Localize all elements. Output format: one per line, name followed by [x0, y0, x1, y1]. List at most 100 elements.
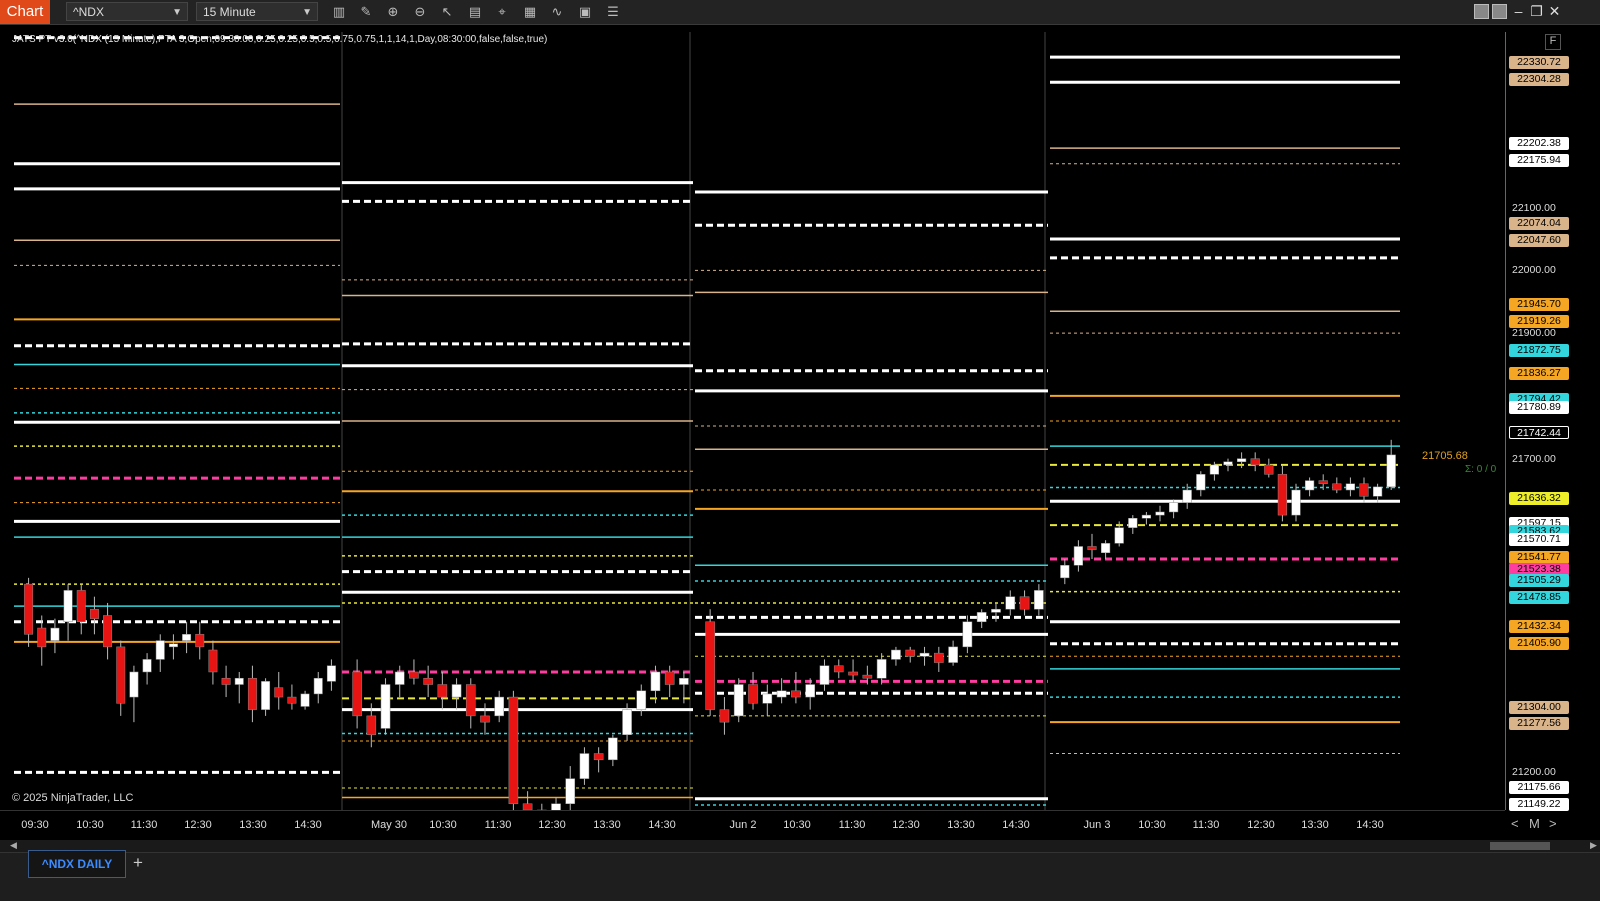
candle-body	[719, 709, 730, 723]
candle-body	[24, 583, 34, 635]
candle-body	[89, 608, 99, 619]
scroll-left-button[interactable]: <	[1511, 816, 1519, 831]
candle-body	[1359, 483, 1369, 497]
candle-body	[762, 693, 773, 704]
chevron-down-icon: ▼	[172, 7, 182, 18]
candle-body	[679, 677, 689, 685]
candle-body	[1019, 596, 1030, 610]
candle-body	[608, 737, 618, 761]
price-tag: 22330.72	[1509, 56, 1569, 70]
zoom-in-icon[interactable]: ⊕	[384, 3, 402, 21]
strategy-icon[interactable]: ∿	[548, 3, 566, 21]
candle-body	[480, 715, 490, 723]
instrument-value: ^NDX	[73, 5, 104, 19]
candle-body	[129, 671, 139, 698]
candle-body	[1168, 502, 1179, 513]
interval-value: 15 Minute	[203, 5, 256, 19]
candle-body	[819, 665, 830, 685]
candle-body	[1277, 474, 1288, 516]
time-tick-label: 10:30	[783, 819, 811, 831]
close-icon[interactable]: ✕	[1546, 3, 1563, 20]
instrument-selector[interactable]: ^NDX ▼	[66, 2, 188, 21]
scroll-thumb[interactable]	[1490, 842, 1550, 850]
candle-body	[261, 681, 271, 710]
time-tick-label: 13:30	[1301, 819, 1329, 831]
candle-body	[776, 690, 787, 698]
candle-body	[1034, 590, 1044, 610]
candle-body	[300, 693, 310, 707]
candle-body	[862, 674, 873, 679]
time-tick-label: 09:30	[21, 819, 49, 831]
price-tick-label: 21900.00	[1512, 327, 1556, 340]
price-axis[interactable]: 22330.72 22304.28 22202.38 22175.94 22074.04…	[1505, 32, 1600, 811]
price-tag: 21277.56	[1509, 717, 1569, 731]
candle-body	[1372, 486, 1383, 497]
time-tick-label: 11:30	[1192, 819, 1220, 831]
time-tick-label: Jun 3	[1083, 819, 1111, 831]
candle-body	[1318, 480, 1328, 484]
price-tag: 21872.75	[1509, 343, 1569, 357]
candle-body	[1345, 483, 1356, 491]
crosshair-icon[interactable]: ⌖	[493, 3, 511, 21]
time-tick-label: 14:30	[1356, 819, 1384, 831]
candle-body	[437, 684, 448, 698]
time-axis[interactable]: 09:30 10:30 11:30 12:30 13:30 14:30 May 30 10:3…	[0, 810, 1505, 841]
price-tag: 22175.94	[1509, 153, 1569, 167]
price-tag: 21149.22	[1509, 797, 1569, 811]
scroll-right-button[interactable]: >	[1549, 816, 1557, 831]
window-tile-icon[interactable]	[1474, 4, 1489, 19]
price-tag: 21304.00	[1509, 700, 1569, 714]
chart-properties-icon[interactable]: ▦	[521, 3, 539, 21]
candle-body	[933, 652, 944, 663]
minimize-icon[interactable]: –	[1510, 3, 1527, 20]
scroll-right-arrow-icon[interactable]: ▶	[1590, 840, 1597, 851]
price-tag: 21780.89	[1509, 401, 1569, 415]
price-chart[interactable]	[0, 32, 1505, 810]
candle-body	[905, 649, 916, 657]
window-tile2-icon[interactable]	[1492, 4, 1507, 19]
candle-body	[50, 627, 60, 641]
price-tag: 21742.44	[1509, 425, 1569, 439]
candle-body	[1060, 565, 1070, 579]
candle-body	[208, 649, 218, 673]
price-tag: 21505.29	[1509, 574, 1569, 588]
candle-body	[63, 590, 73, 623]
horizontal-scrollbar[interactable]	[0, 840, 1600, 852]
cursor-icon[interactable]: ↖	[438, 3, 456, 21]
pencil-icon[interactable]: ✎	[357, 3, 375, 21]
interval-selector[interactable]: 15 Minute ▼	[196, 2, 318, 21]
data-box-icon[interactable]: ▤	[466, 3, 484, 21]
chart-tab[interactable]: Chart	[0, 0, 50, 24]
sigma-label: Σ: 0 / 0	[1465, 464, 1497, 475]
add-tab-button[interactable]: +	[128, 850, 148, 876]
list-icon[interactable]: ☰	[604, 3, 622, 21]
candle-body	[891, 649, 901, 660]
zoom-out-icon[interactable]: ⊖	[411, 3, 429, 21]
candle-body	[991, 608, 1001, 613]
indicator-icon[interactable]: ▣	[576, 3, 594, 21]
candle-body	[326, 665, 336, 682]
nav-buttons: < M >	[1505, 814, 1600, 834]
candle-body	[805, 684, 816, 698]
time-tick-label: May 30	[370, 819, 408, 831]
candle-body	[1209, 464, 1220, 475]
candle-body	[1114, 527, 1124, 544]
bar-type-icon[interactable]: ▥	[330, 3, 348, 21]
price-tag: 21432.34	[1509, 620, 1569, 634]
candle-body	[664, 671, 675, 685]
candle-body	[1196, 474, 1206, 491]
candle-body	[465, 684, 476, 717]
indicator-label: JATS PT v3.0(^NDX (15 Minute),PTA 3,Open…	[12, 34, 548, 45]
candle-body	[650, 671, 661, 692]
time-tick-label: 12:30	[184, 819, 212, 831]
scroll-left-arrow-icon[interactable]: ◀	[10, 840, 17, 851]
candle-body	[593, 753, 604, 761]
tab-ndx-daily[interactable]: ^NDX DAILY	[28, 850, 126, 878]
f-button[interactable]: F	[1545, 34, 1561, 50]
candle-body	[1141, 514, 1152, 519]
candle-body	[155, 640, 165, 660]
candle-body	[409, 671, 419, 679]
maximize-icon[interactable]: ❐	[1528, 3, 1545, 20]
time-tick-label: 13:30	[947, 819, 975, 831]
mode-button[interactable]: M	[1529, 816, 1540, 831]
